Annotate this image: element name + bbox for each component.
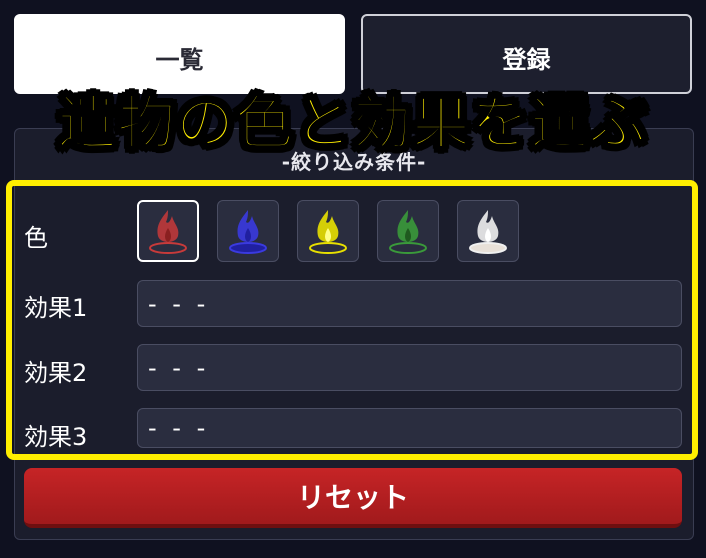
color-red-button[interactable] xyxy=(137,200,199,262)
flame-icon xyxy=(229,210,267,254)
flame-icon xyxy=(149,210,187,254)
effect-1-select[interactable]: - - - xyxy=(137,280,682,327)
effect-2-label: 効果2 xyxy=(24,359,88,387)
color-blue-button[interactable] xyxy=(217,200,279,262)
effect-2-select[interactable]: - - - xyxy=(137,344,682,391)
color-label: 色 xyxy=(24,224,48,252)
color-yellow-button[interactable] xyxy=(297,200,359,262)
flame-icon xyxy=(309,210,347,254)
banner-caption: 遺物の色と効果を選ぶ xyxy=(0,76,706,160)
tab-register-label: 登録 xyxy=(502,46,551,74)
effect-3-value: - - - xyxy=(148,414,210,442)
effect-2-value: - - - xyxy=(148,353,210,382)
reset-button-label: リセット xyxy=(296,481,409,514)
effect-3-select[interactable]: - - - xyxy=(137,408,682,448)
reset-button[interactable]: リセット xyxy=(24,468,682,528)
banner-text: 遺物の色と効果を選ぶ xyxy=(57,88,648,158)
tab-list-label: 一覧 xyxy=(155,46,204,74)
color-green-button[interactable] xyxy=(377,200,439,262)
effect-1-label: 効果1 xyxy=(24,294,88,322)
effect-3-label: 効果3 xyxy=(24,423,88,451)
flame-icon xyxy=(469,210,507,254)
color-white-button[interactable] xyxy=(457,200,519,262)
flame-icon xyxy=(389,210,427,254)
effect-1-value: - - - xyxy=(148,289,210,318)
